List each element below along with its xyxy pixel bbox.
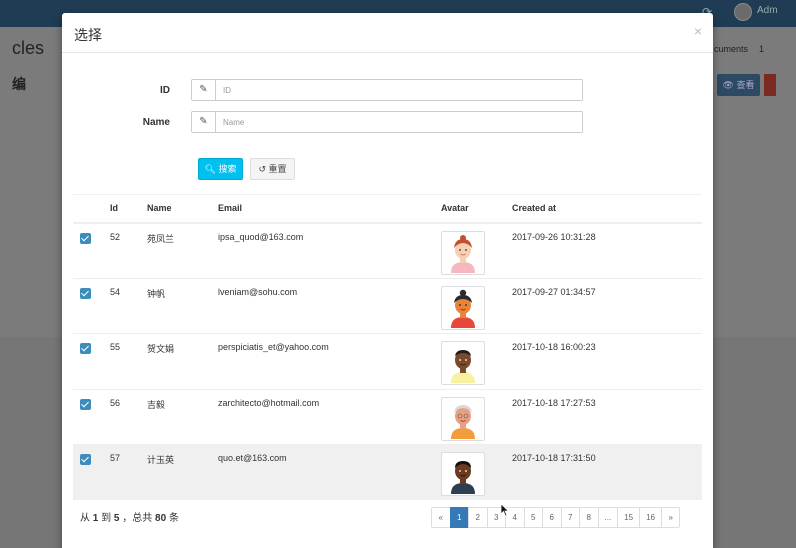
page-link[interactable]: 1: [449, 507, 469, 528]
page-link[interactable]: 7: [560, 507, 580, 528]
page-link[interactable]: 2: [468, 507, 488, 528]
cell-created-at: 2017-09-26 10:31:28: [512, 231, 596, 242]
female-avatar-orange: [441, 285, 485, 330]
cell-name: 吉毅: [147, 399, 166, 410]
id-input[interactable]: [216, 80, 582, 100]
id-label: ID: [160, 85, 170, 96]
close-icon[interactable]: ×: [694, 23, 702, 39]
cell-created-at: 2017-10-18 16:00:23: [512, 342, 596, 353]
name-label: Name: [142, 117, 170, 128]
cell-name: 苑凤兰: [147, 233, 175, 244]
select-modal: 选择 × ID ✎ Name ✎ 🔍︎ 搜索 ↺ 重置 Id Name: [62, 13, 713, 548]
table-row[interactable]: 54 钟帆 lveniam@sohu.com 2017-09-27 01:34:…: [73, 278, 702, 334]
elder-avatar-orange: [441, 396, 485, 441]
page-title: cles: [12, 38, 45, 58]
header-email[interactable]: Email: [218, 195, 441, 223]
page-prev[interactable]: «: [431, 507, 451, 528]
page-ellipsis: ...: [597, 507, 619, 528]
search-button[interactable]: 🔍︎ 搜索: [198, 158, 243, 180]
pencil-icon: ✎: [192, 80, 216, 100]
users-table: Id Name Email Avatar Created at 52 苑凤兰 i…: [73, 194, 702, 501]
table-row[interactable]: 56 吉毅 zarchitecto@hotmail.com 2017-10-18…: [73, 389, 702, 445]
cell-id: 54: [110, 286, 121, 297]
cell-id: 56: [110, 397, 121, 408]
cell-created-at: 2017-09-27 01:34:57: [512, 286, 596, 297]
reset-button-label: 重置: [268, 164, 287, 174]
user-name[interactable]: Adm: [757, 5, 778, 16]
filter-name-row: Name ✎: [62, 111, 713, 133]
id-input-group: ✎: [191, 79, 583, 101]
view-button[interactable]: 👁 查看: [717, 74, 760, 96]
cell-created-at: 2017-10-18 17:31:50: [512, 453, 596, 464]
modal-title: 选择: [74, 27, 102, 43]
cell-email: ipsa_quod@163.com: [218, 231, 304, 242]
page-next[interactable]: »: [660, 507, 681, 528]
row-checkbox[interactable]: [80, 398, 91, 410]
pencil-icon: ✎: [192, 112, 216, 132]
page-link[interactable]: 16: [639, 507, 662, 528]
cell-id: 55: [110, 342, 121, 353]
reset-button[interactable]: ↺ 重置: [250, 158, 295, 180]
page-subtitle: 编: [12, 76, 26, 92]
page-link[interactable]: 6: [542, 507, 562, 528]
row-checkbox[interactable]: [80, 232, 91, 244]
header-id[interactable]: Id: [110, 195, 147, 223]
cell-email: perspiciatis_et@yahoo.com: [218, 342, 329, 353]
page-link[interactable]: 8: [579, 507, 599, 528]
header-name[interactable]: Name: [147, 195, 218, 223]
cell-name: 贺文娟: [147, 344, 175, 355]
row-checkbox[interactable]: [80, 287, 91, 299]
pagination-summary: 从 1 到 5 ，总共 80 条: [80, 513, 179, 524]
cell-id: 52: [110, 231, 121, 242]
search-button-label: 搜索: [218, 164, 237, 174]
view-button-label: 查看: [736, 80, 755, 90]
modal-header: 选择 ×: [62, 13, 713, 53]
table-row[interactable]: 55 贺文娟 perspiciatis_et@yahoo.com 2017-10…: [73, 333, 702, 390]
header-avatar[interactable]: Avatar: [441, 195, 512, 223]
mouse-cursor-icon: [500, 503, 510, 517]
table-row[interactable]: 52 苑凤兰 ipsa_quod@163.com 2017-09-26 10:3…: [73, 222, 702, 279]
row-checkbox[interactable]: [80, 454, 91, 466]
cell-name: 计玉英: [147, 455, 175, 466]
cell-email: zarchitecto@hotmail.com: [218, 397, 320, 408]
male-avatar-dark: [441, 452, 485, 497]
row-checkbox[interactable]: [80, 343, 91, 355]
filter-id-row: ID ✎: [62, 79, 713, 101]
pagination: « 1 2 3 4 5 6 7 8 ... 15 16 »: [431, 507, 681, 528]
page-link[interactable]: 15: [617, 507, 641, 528]
cell-created-at: 2017-10-18 17:27:53: [512, 397, 596, 408]
delete-button[interactable]: [764, 74, 776, 96]
cell-email: lveniam@sohu.com: [218, 286, 298, 297]
table-header-row: Id Name Email Avatar Created at: [73, 194, 702, 223]
cell-id: 57: [110, 453, 121, 464]
header-created-at[interactable]: Created at: [512, 195, 702, 223]
table-row[interactable]: 57 计玉英 quo.et@163.com 2017-10-18 17:31:5…: [73, 444, 702, 501]
user-avatar[interactable]: [734, 3, 752, 21]
search-icon: 🔍︎: [204, 164, 216, 174]
page-link[interactable]: 5: [523, 507, 543, 528]
female-avatar-pink: [441, 230, 485, 275]
name-input[interactable]: [216, 112, 582, 132]
male-avatar-yellow: [441, 341, 485, 386]
breadcrumb-number: 1: [759, 44, 765, 54]
cell-email: quo.et@163.com: [218, 453, 287, 464]
header-checkbox-col: [73, 195, 110, 223]
users-table-wrap: Id Name Email Avatar Created at 52 苑凤兰 i…: [73, 194, 702, 501]
undo-icon: ↺: [258, 164, 266, 174]
breadcrumb[interactable]: cuments: [714, 44, 748, 54]
cell-name: 钟帆: [147, 288, 166, 299]
name-input-group: ✎: [191, 111, 583, 133]
